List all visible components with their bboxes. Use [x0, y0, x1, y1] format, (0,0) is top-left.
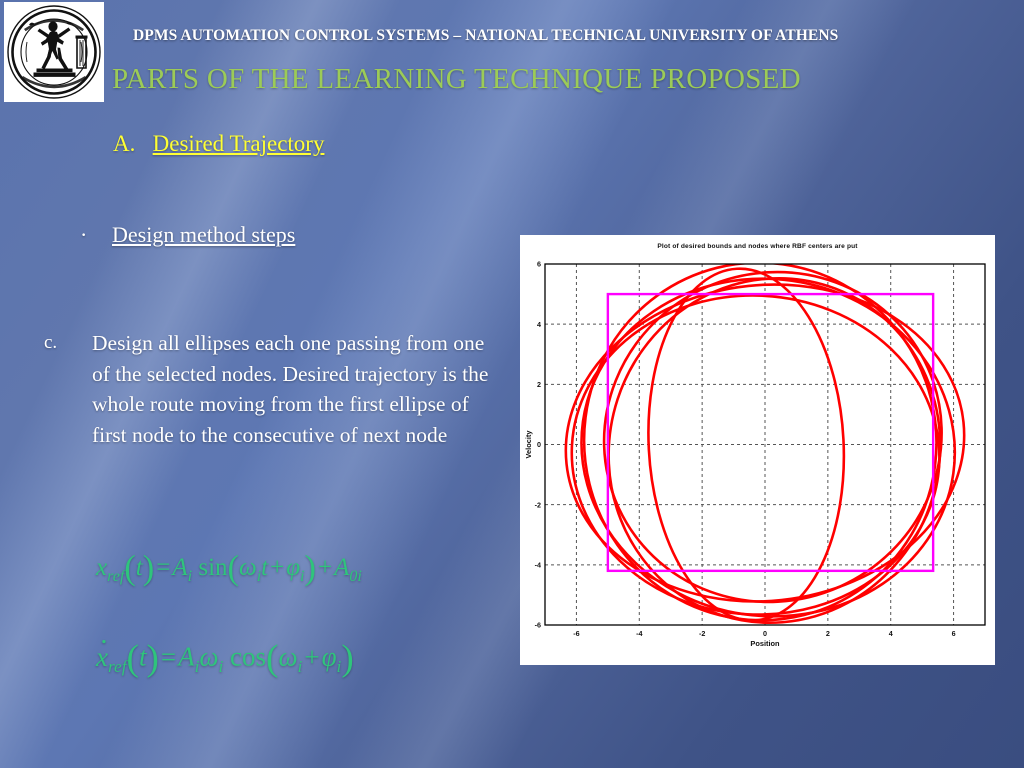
eq2-phi: φ	[321, 641, 337, 672]
eq1-arg: t	[135, 553, 143, 581]
equation-velocity-reference: xref(t)=Aiωi cos(ωi+φi)	[96, 621, 354, 680]
svg-text:2: 2	[826, 629, 830, 638]
ntua-logo	[4, 2, 104, 102]
ntua-seal-icon	[7, 5, 101, 99]
svg-text:4: 4	[537, 320, 541, 329]
figure-panel: Plot of desired bounds and nodes where R…	[520, 235, 995, 665]
eq2-paren-close: )	[146, 638, 159, 679]
chart-bounds-rect	[606, 292, 935, 573]
eq1-offset: A	[334, 553, 350, 581]
eq2-lhs-var: x	[96, 641, 108, 672]
chart-xlabel: Position	[750, 639, 780, 648]
chart-ylabel: Velocity	[524, 430, 533, 459]
eq1-paren-open: (	[124, 549, 136, 587]
eq2-arg-paren-close: )	[341, 638, 354, 679]
eq1-amplitude: A	[172, 553, 188, 581]
eq1-amplitude-sub: i	[187, 567, 193, 585]
svg-text:-4: -4	[535, 560, 541, 569]
svg-text:6: 6	[537, 260, 541, 269]
section-label: A.	[113, 131, 136, 156]
svg-text:4: 4	[889, 629, 893, 638]
svg-text:-6: -6	[573, 629, 579, 638]
slide-header: DPMS AUTOMATION CONTROL SYSTEMS – NATION…	[0, 0, 1024, 60]
svg-text:-6: -6	[535, 621, 541, 630]
eq1-lhs-sub: ref	[107, 567, 125, 585]
list-item-marker: c.	[44, 332, 58, 353]
eq2-amplitude: A	[178, 641, 195, 672]
eq1-phi: φ	[286, 553, 301, 581]
eq1-plus: +	[270, 553, 285, 581]
eq2-lhs-sub: ref	[107, 656, 127, 676]
eq2-cos: cos	[230, 641, 267, 672]
section-heading: A. Desired Trajectory	[113, 131, 324, 157]
eq1-paren-close: )	[142, 549, 155, 587]
eq2-omega2: ω	[278, 641, 298, 672]
chart-plot: -6 -4 -2 0 2 4 6 -6 -4 -2 0 2 4 6 Position Velocity	[524, 260, 986, 648]
list-item-text: Design all ellipses each one passing fro…	[92, 331, 489, 447]
svg-text:6: 6	[952, 629, 956, 638]
eq2-equals: =	[160, 641, 177, 672]
page-title: PARTS OF THE LEARNING TECHNIQUE PROPOSED	[112, 63, 801, 95]
equation-position-reference: xref(t)=Ai sin(ωit+φi)+A0i	[96, 549, 362, 588]
bullet-design-method-steps: · Design method steps	[80, 222, 295, 248]
svg-text:2: 2	[537, 380, 541, 389]
bullet-dot-icon: ·	[80, 222, 88, 247]
eq2-arg-paren-open: (	[266, 638, 279, 679]
section-title: Desired Trajectory	[152, 131, 325, 156]
list-item: c. Design all ellipses each one passing …	[44, 328, 494, 450]
svg-text:-2: -2	[535, 500, 541, 509]
eq2-omega-sub: i	[218, 656, 224, 676]
header-title: DPMS AUTOMATION CONTROL SYSTEMS – NATION…	[133, 27, 839, 44]
svg-text:-4: -4	[636, 629, 642, 638]
eq1-offset-sub: 0i	[349, 567, 362, 585]
eq2-plus: +	[304, 641, 320, 672]
eq1-sin: sin	[198, 553, 228, 581]
eq1-lhs-var: x	[96, 553, 108, 581]
eq1-arg-paren-open: (	[227, 549, 240, 587]
bullet-label: Design method steps	[112, 222, 296, 247]
svg-text:-2: -2	[699, 629, 705, 638]
eq1-equals: =	[156, 553, 171, 581]
chart-series-ellipses	[564, 264, 966, 625]
svg-text:0: 0	[763, 629, 767, 638]
eq1-omega: ω	[239, 553, 257, 581]
svg-text:0: 0	[537, 440, 541, 449]
eq1-plus2: +	[318, 553, 333, 581]
eq1-arg-paren-close: )	[304, 549, 317, 587]
eq2-paren-open: (	[126, 638, 139, 679]
eq2-lhs-dot-icon: x	[96, 621, 108, 673]
eq2-omega: ω	[199, 641, 219, 672]
